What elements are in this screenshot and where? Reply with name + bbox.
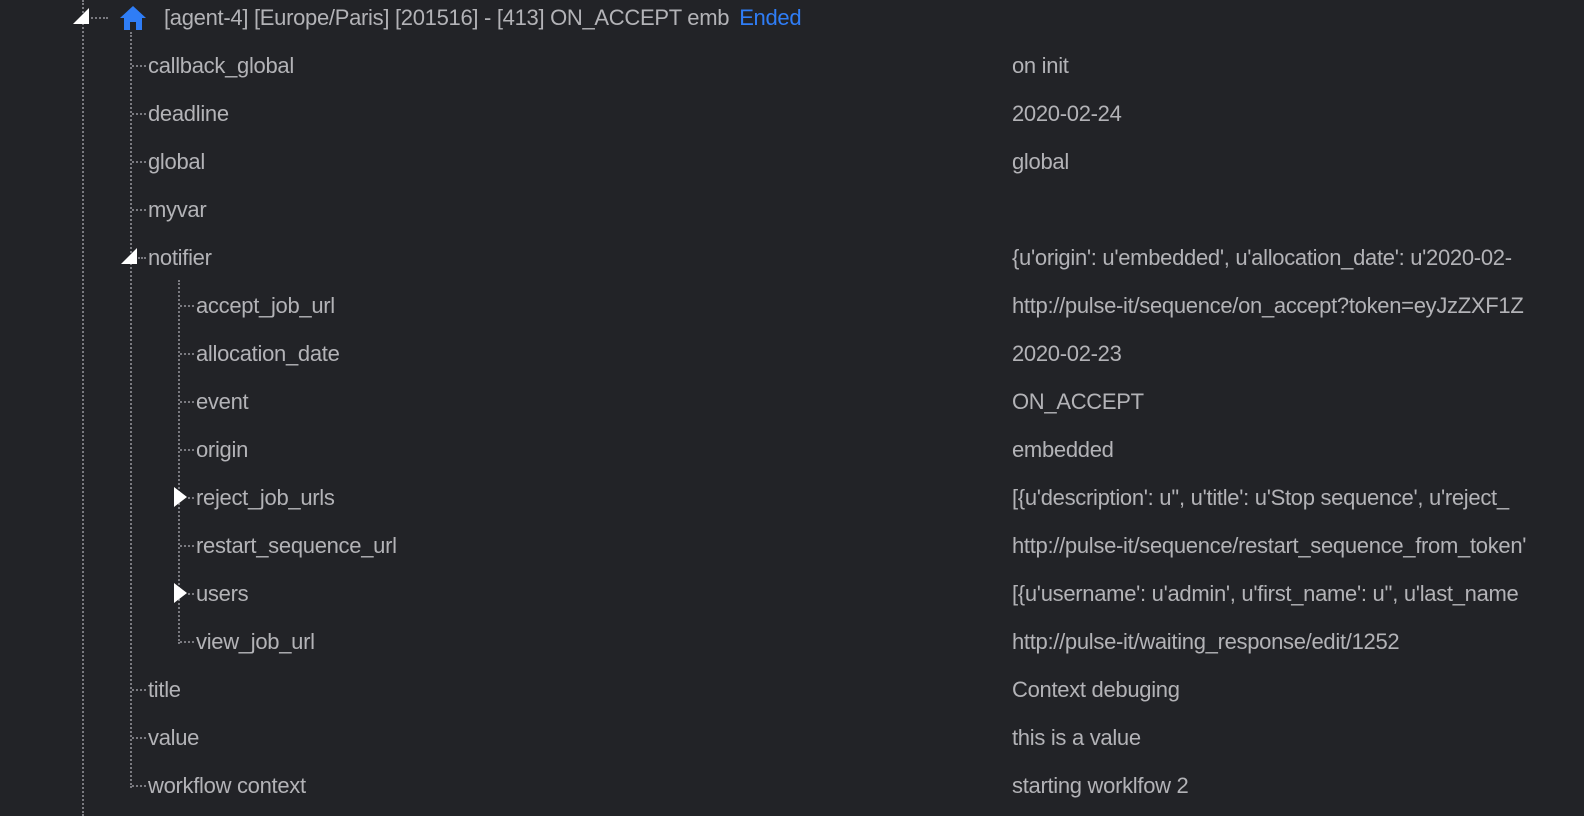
tree-connector: [180, 641, 194, 643]
tree-connector: [188, 497, 194, 499]
collapsed-triangle-icon[interactable]: [172, 486, 188, 508]
row-key: callback_global: [148, 53, 294, 78]
row-value: http://pulse-it/sequence/restart_sequenc…: [1012, 533, 1527, 558]
row-value: starting worklfow 2: [1012, 773, 1189, 798]
row-key: deadline: [148, 101, 229, 126]
status-ended: Ended: [739, 5, 802, 30]
tree-row-users[interactable]: users [{u'username': u'admin', u'first_n…: [0, 576, 1584, 624]
tree-row-origin[interactable]: origin embedded: [0, 432, 1584, 480]
row-key: value: [148, 725, 200, 750]
tree-row-notifier[interactable]: notifier {u'origin': u'embedded', u'allo…: [0, 240, 1584, 288]
context-tree: [agent-4] [Europe/Paris] [201516] - [413…: [0, 0, 1584, 816]
home-icon[interactable]: [118, 4, 148, 32]
row-value: 2020-02-24: [1012, 101, 1122, 126]
tree-connector: [132, 161, 146, 163]
expanded-triangle-icon[interactable]: [120, 247, 138, 265]
tree-connector: [180, 545, 194, 547]
tree-connector: [132, 65, 146, 67]
row-key: origin: [196, 437, 249, 462]
row-key: users: [196, 581, 249, 606]
tree-row-view-job-url[interactable]: view_job_url http://pulse-it/waiting_res…: [0, 624, 1584, 672]
tree-root-title: [agent-4] [Europe/Paris] [201516] - [413…: [164, 0, 802, 36]
row-value: embedded: [1012, 437, 1114, 462]
tree-row-callback-global[interactable]: callback_global on init: [0, 48, 1584, 96]
tree-row-workflow-context[interactable]: workflow context starting worklfow 2: [0, 768, 1584, 816]
row-key: reject_job_urls: [196, 485, 335, 510]
row-key: event: [196, 389, 249, 414]
row-key: myvar: [148, 197, 207, 222]
tree-connector: [180, 401, 194, 403]
row-value: ON_ACCEPT: [1012, 389, 1144, 414]
row-key: title: [148, 677, 181, 702]
tree-connector: [132, 113, 146, 115]
tree-row-event[interactable]: event ON_ACCEPT: [0, 384, 1584, 432]
row-key: workflow context: [148, 773, 306, 798]
row-value: {u'origin': u'embedded', u'allocation_da…: [1012, 245, 1512, 270]
row-value: Context debuging: [1012, 677, 1180, 702]
row-key: view_job_url: [196, 629, 315, 654]
tree-row-restart-sequence-url[interactable]: restart_sequence_url http://pulse-it/seq…: [0, 528, 1584, 576]
tree-row-deadline[interactable]: deadline 2020-02-24: [0, 96, 1584, 144]
tree-connector: [138, 257, 146, 259]
row-value: http://pulse-it/sequence/on_accept?token…: [1012, 293, 1524, 318]
tree-connector: [188, 593, 194, 595]
tree-connector: [132, 785, 146, 787]
tree-connector: [180, 305, 194, 307]
collapsed-triangle-icon[interactable]: [172, 582, 188, 604]
row-key: notifier: [148, 245, 212, 270]
row-key: global: [148, 149, 205, 174]
tree-row-title[interactable]: title Context debuging: [0, 672, 1584, 720]
tree-connector: [132, 737, 146, 739]
expanded-triangle-icon[interactable]: [72, 7, 90, 25]
tree-root-row[interactable]: [agent-4] [Europe/Paris] [201516] - [413…: [0, 0, 1584, 48]
row-value: http://pulse-it/waiting_response/edit/12…: [1012, 629, 1400, 654]
row-value: 2020-02-23: [1012, 341, 1122, 366]
tree-connector: [132, 689, 146, 691]
tree-row-allocation-date[interactable]: allocation_date 2020-02-23: [0, 336, 1584, 384]
row-value: on init: [1012, 53, 1069, 78]
row-value: this is a value: [1012, 725, 1141, 750]
row-value: global: [1012, 149, 1069, 174]
tree-row-value[interactable]: value this is a value: [0, 720, 1584, 768]
tree-row-global[interactable]: global global: [0, 144, 1584, 192]
row-key: restart_sequence_url: [196, 533, 397, 558]
root-title: [agent-4] [Europe/Paris] [201516] - [413…: [164, 5, 730, 30]
row-value: [{u'username': u'admin', u'first_name': …: [1012, 581, 1519, 606]
tree-connector: [180, 353, 194, 355]
row-value: [{u'description': u'', u'title': u'Stop …: [1012, 485, 1509, 510]
tree-row-reject-job-urls[interactable]: reject_job_urls [{u'description': u'', u…: [0, 480, 1584, 528]
row-key: accept_job_url: [196, 293, 335, 318]
tree-connector: [132, 209, 146, 211]
tree-connector: [180, 449, 194, 451]
tree-row-myvar[interactable]: myvar: [0, 192, 1584, 240]
tree-row-accept-job-url[interactable]: accept_job_url http://pulse-it/sequence/…: [0, 288, 1584, 336]
row-key: allocation_date: [196, 341, 340, 366]
